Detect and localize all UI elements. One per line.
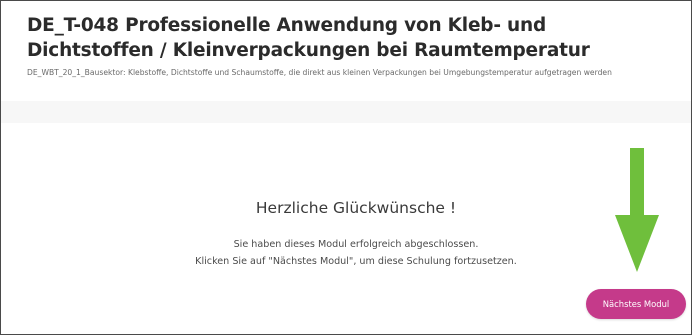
completion-message: Sie haben dieses Modul erfolgreich abges…: [233, 239, 479, 250]
completion-panel: Herzliche Glückwünsche ! Sie haben diese…: [1, 123, 691, 334]
module-title: DE_T-048 Professionelle Anwendung von Kl…: [27, 15, 590, 61]
module-header: DE_T-048 Professionelle Anwendung von Kl…: [1, 1, 691, 101]
arrow-shape: [615, 148, 659, 272]
next-module-button[interactable]: Nächstes Modul: [586, 289, 686, 319]
arrow-down-icon: [615, 148, 659, 272]
congratulations-heading: Herzliche Glückwünsche !: [255, 199, 457, 217]
module-window: DE_T-048 Professionelle Anwendung von Kl…: [0, 0, 692, 335]
continue-instruction: Klicken Sie auf "Nächstes Modul", um die…: [195, 256, 517, 267]
header-divider: [1, 101, 691, 123]
module-subtitle: DE_WBT_20_1_Bausektor: Klebstoffe, Dicht…: [27, 68, 612, 77]
